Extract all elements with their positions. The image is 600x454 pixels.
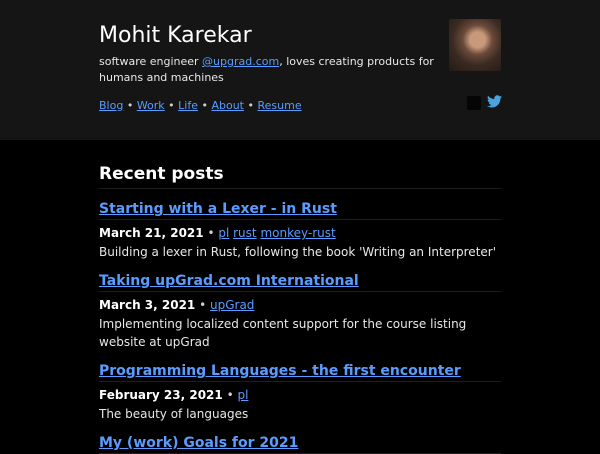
post-description: Implementing localized content support f… [99,317,467,349]
nav-blog[interactable]: Blog [99,99,123,112]
post-item: Taking upGrad.com International March 3,… [99,273,501,351]
post-meta: March 3, 2021 • upGrad [99,298,501,312]
bio: software engineer @upgrad.com, loves cre… [99,54,449,86]
post-date: March 21, 2021 [99,226,204,240]
post-title-link[interactable]: My (work) Goals for 2021 [99,435,501,454]
post-meta: February 23, 2021 • pl [99,388,501,402]
post-meta: March 21, 2021 • pl rust monkey-rust [99,226,501,240]
bio-prefix: software engineer [99,55,203,68]
bio-company-link[interactable]: @upgrad.com [202,55,279,68]
tag-link[interactable]: pl [218,226,229,240]
nav-resume[interactable]: Resume [257,99,301,112]
meta-separator: • [195,298,210,312]
twitter-link[interactable] [487,93,502,112]
meta-separator: • [222,388,238,402]
recent-posts: Recent posts Starting with a Lexer - in … [99,164,501,454]
tag-link[interactable]: monkey-rust [260,226,335,240]
nav-separator: • [123,99,137,112]
tag-link[interactable]: pl [237,388,248,402]
site-header: Mohit Karekar software engineer @upgrad.… [0,0,600,140]
nav-separator: • [197,99,212,112]
header-text: Mohit Karekar software engineer @upgrad.… [99,22,501,86]
post-item: My (work) Goals for 2021 [99,435,501,454]
post-title-link[interactable]: Programming Languages - the first encoun… [99,363,501,382]
post-title-link[interactable]: Starting with a Lexer - in Rust [99,201,501,220]
post-date: March 3, 2021 [99,298,196,312]
site-name: Mohit Karekar [99,23,252,48]
section-title: Recent posts [99,164,501,189]
post-item: Starting with a Lexer - in Rust March 21… [99,201,501,261]
nav-separator: • [164,99,179,112]
meta-separator: • [203,226,219,240]
post-description: The beauty of languages [99,407,249,421]
main-nav: Blog • Work • Life • About • Resume [99,99,302,112]
post-item: Programming Languages - the first encoun… [99,363,501,423]
post-description: Building a lexer in Rust, following the … [99,245,497,259]
nav-separator: • [244,99,258,112]
tag-link[interactable]: upGrad [210,298,254,312]
social-links [467,93,502,112]
twitter-icon [487,95,502,108]
nav-life[interactable]: Life [178,99,198,112]
avatar [449,19,501,71]
tag-link[interactable]: rust [233,226,257,240]
post-date: February 23, 2021 [99,388,223,402]
post-title-link[interactable]: Taking upGrad.com International [99,273,501,292]
nav-about[interactable]: About [211,99,244,112]
github-icon[interactable] [467,95,481,110]
nav-work[interactable]: Work [137,99,165,112]
